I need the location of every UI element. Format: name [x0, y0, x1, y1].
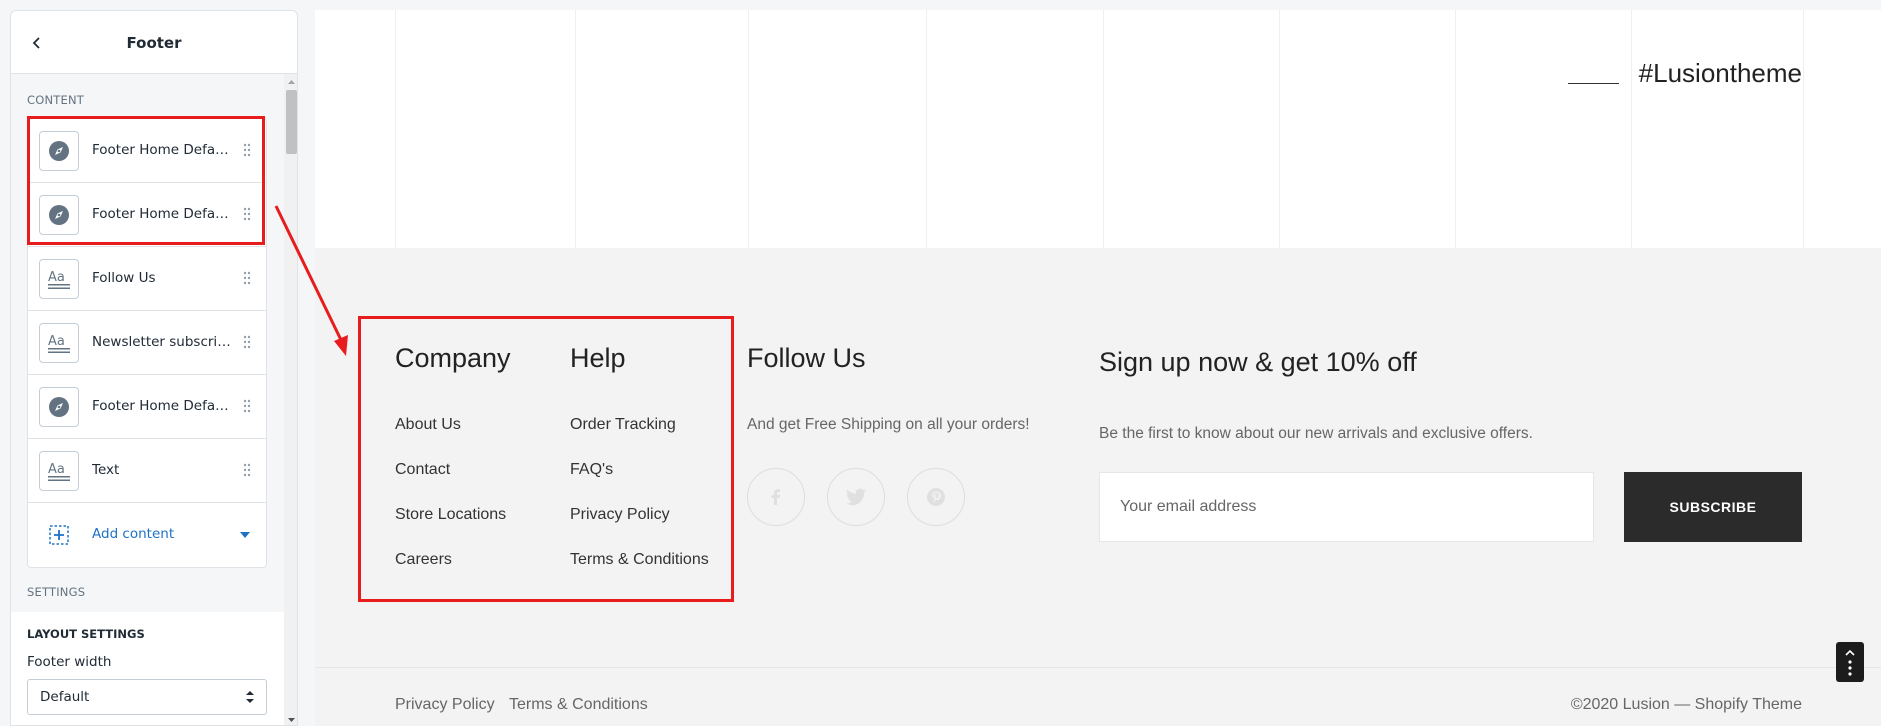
sidebar-scrollbar[interactable]: [284, 74, 298, 725]
grid-line: [1103, 10, 1104, 248]
grid-line: [395, 10, 396, 248]
twitter-button[interactable]: [827, 468, 885, 526]
block-label: Follow Us: [92, 270, 156, 286]
bottom-link-privacy[interactable]: Privacy Policy: [395, 696, 495, 714]
footer-link-privacy[interactable]: Privacy Policy: [570, 506, 670, 524]
grid-line: [1631, 10, 1632, 248]
text-icon: Aa: [39, 451, 79, 491]
settings-panel: LAYOUT SETTINGS Footer width Default: [11, 612, 284, 725]
bottom-link-terms[interactable]: Terms & Conditions: [509, 696, 648, 714]
block-label: Footer Home Default Column: [92, 398, 232, 414]
drag-handle-icon[interactable]: [242, 463, 252, 477]
block-item-text[interactable]: Aa Text: [28, 439, 266, 503]
grid-line: [1803, 10, 1804, 248]
block-item-footer-column-3[interactable]: Footer Home Default Column: [28, 375, 266, 439]
newsletter-text: Be the first to know about our new arriv…: [1099, 425, 1533, 442]
instagram-hashtag[interactable]: #Lusiontheme: [1639, 58, 1802, 89]
block-label: Text: [92, 462, 120, 478]
subscribe-button[interactable]: SUBSCRIBE: [1624, 472, 1802, 542]
grid-line: [748, 10, 749, 248]
scroll-down-arrow-icon[interactable]: [284, 715, 298, 725]
text-icon: Aa: [39, 259, 79, 299]
block-label: Footer Home Default Column: [92, 206, 232, 222]
settings-section-label: SETTINGS: [27, 585, 86, 599]
svg-text:Aa: Aa: [48, 462, 65, 477]
scroll-thumb[interactable]: [286, 90, 297, 154]
follow-us-heading: Follow Us: [747, 343, 866, 373]
block-label: Footer Home Default Column: [92, 142, 232, 158]
instagram-section: #Lusiontheme: [315, 10, 1881, 248]
theme-editor-sidebar: Footer CONTENT Footer Home Default Colum…: [10, 10, 298, 726]
footer-link-about[interactable]: About Us: [395, 416, 461, 434]
footer-divider: [315, 667, 1881, 668]
twitter-icon: [846, 488, 866, 506]
grid-line: [1455, 10, 1456, 248]
footer-width-value: Default: [40, 689, 90, 705]
caret-down-icon: [240, 532, 250, 538]
block-item-newsletter[interactable]: Aa Newsletter subscribe: [28, 311, 266, 375]
drag-handle-icon[interactable]: [242, 399, 252, 413]
scroll-up-arrow-icon[interactable]: [284, 77, 298, 87]
footer-link-careers[interactable]: Careers: [395, 551, 452, 569]
compass-icon: [39, 131, 79, 171]
add-content-button[interactable]: Add content: [28, 503, 266, 567]
sidebar-header: Footer: [11, 11, 297, 74]
newsletter-heading: Sign up now & get 10% off: [1099, 347, 1417, 377]
block-item-footer-column-2[interactable]: Footer Home Default Column: [28, 183, 266, 247]
pinterest-icon: [927, 488, 945, 506]
drag-handle-icon[interactable]: [242, 143, 252, 157]
facebook-button[interactable]: [747, 468, 805, 526]
grid-line: [575, 10, 576, 248]
copyright-text: ©2020 Lusion — Shopify Theme: [1570, 696, 1802, 713]
drag-handle-icon[interactable]: [242, 271, 252, 285]
arrow-up-icon: [1845, 649, 1855, 676]
layout-settings-label: LAYOUT SETTINGS: [27, 627, 145, 641]
compass-icon: [39, 195, 79, 235]
back-to-top-button[interactable]: [1836, 642, 1864, 682]
add-content-label: Add content: [92, 526, 175, 542]
footer-width-select[interactable]: Default: [27, 679, 267, 715]
facebook-icon: [771, 489, 780, 505]
footer-link-stores[interactable]: Store Locations: [395, 506, 506, 524]
sidebar-title: Footer: [126, 34, 182, 52]
svg-text:Aa: Aa: [48, 270, 65, 285]
content-section-label: CONTENT: [27, 93, 85, 107]
grid-line: [926, 10, 927, 248]
add-section-icon: [39, 515, 79, 555]
grid-line: [1279, 10, 1280, 248]
pinterest-button[interactable]: [907, 468, 965, 526]
newsletter-email-input[interactable]: [1099, 472, 1594, 542]
footer-width-label: Footer width: [27, 654, 112, 670]
sidebar-body: CONTENT Footer Home Default Column Foote…: [11, 74, 284, 725]
text-icon: Aa: [39, 323, 79, 363]
select-arrows-icon: [246, 691, 254, 703]
store-preview: #Lusiontheme Company About Us Contact St…: [315, 10, 1881, 726]
heading-decor-line: [1568, 83, 1619, 84]
footer-link-order-tracking[interactable]: Order Tracking: [570, 416, 676, 434]
help-heading: Help: [570, 343, 626, 373]
content-block-list: Footer Home Default Column Footer Home D…: [27, 118, 267, 568]
follow-us-text: And get Free Shipping on all your orders…: [747, 416, 1030, 433]
block-item-footer-column-1[interactable]: Footer Home Default Column: [28, 119, 266, 183]
block-label: Newsletter subscribe: [92, 334, 232, 350]
footer-link-faq[interactable]: FAQ's: [570, 461, 613, 479]
footer-link-contact[interactable]: Contact: [395, 461, 450, 479]
drag-handle-icon[interactable]: [242, 207, 252, 221]
block-item-follow-us[interactable]: Aa Follow Us: [28, 247, 266, 311]
svg-text:Aa: Aa: [48, 334, 65, 349]
footer-section: Company About Us Contact Store Locations…: [315, 248, 1881, 726]
company-heading: Company: [395, 343, 511, 373]
compass-icon: [39, 387, 79, 427]
drag-handle-icon[interactable]: [242, 335, 252, 349]
footer-link-terms[interactable]: Terms & Conditions: [570, 551, 709, 569]
